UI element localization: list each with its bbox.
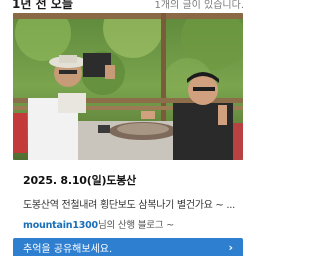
post-count: 1개의 글이 있습니다. [154, 0, 245, 11]
memory-header: 1년 전 오늘 1개의 글이 있습니다. [0, 0, 256, 14]
post-date-title[interactable]: 2025. 8.10(일)도봉산 [23, 172, 238, 188]
post-card-body[interactable]: 2025. 8.10(일)도봉산 도봉산역 전철내려 횡단보도 삼복나기 별건가… [23, 172, 238, 231]
photo-image [13, 13, 243, 160]
blog-suffix: 님의 산행 블로그 ~ [97, 220, 174, 231]
share-label: 추억을 공유해보세요. [23, 243, 113, 255]
share-memory-button[interactable]: 추억을 공유해보세요. › [13, 238, 243, 256]
blog-owner-link[interactable]: mountain1300 [23, 220, 98, 231]
post-description[interactable]: 도봉산역 전철내려 횡단보도 삼복나기 별건가요 ~ ... [23, 196, 238, 211]
section-title: 1년 전 오늘 [12, 0, 73, 11]
post-photo[interactable] [13, 13, 243, 160]
chevron-right-icon: › [228, 240, 233, 254]
blog-info: mountain1300님의 산행 블로그 ~ [23, 217, 238, 231]
